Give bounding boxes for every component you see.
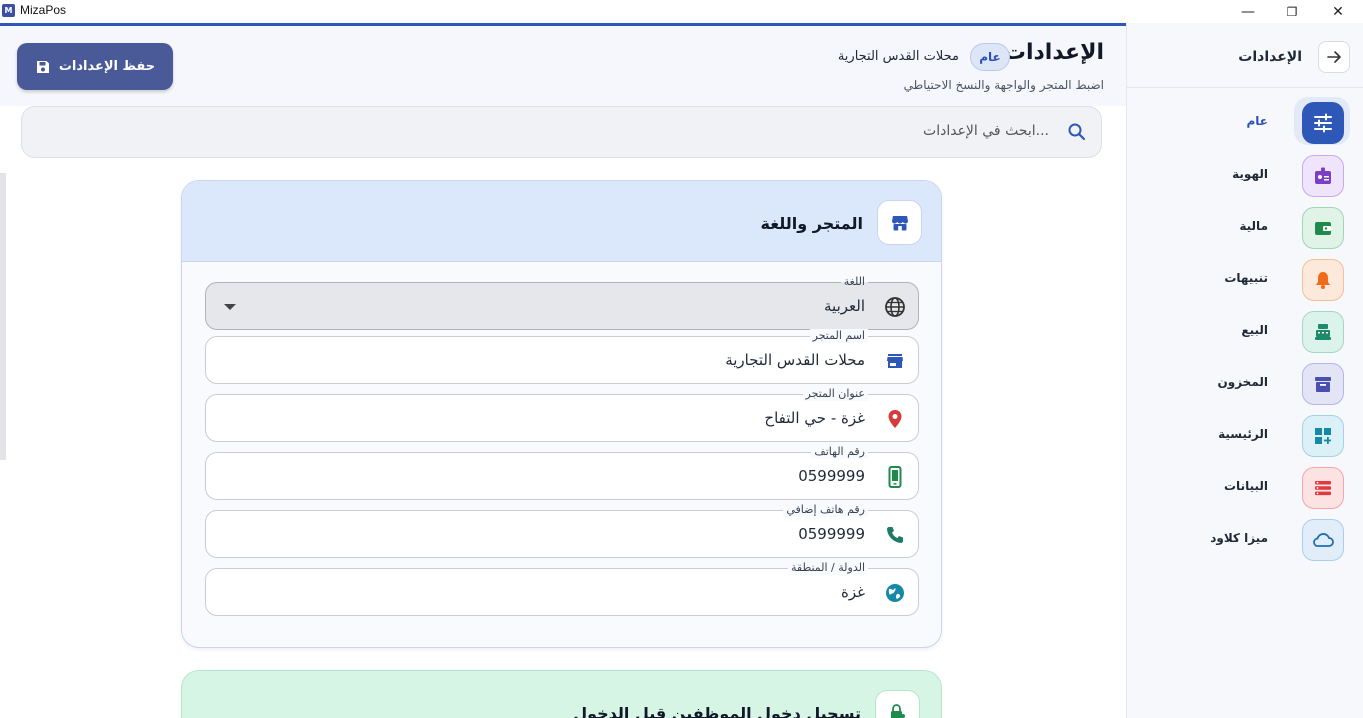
header-store-name: محلات القدس التجارية xyxy=(837,49,959,64)
sidebar-item-label: البيع xyxy=(1241,323,1268,337)
sidebar-item-general[interactable]: عام xyxy=(1127,97,1363,146)
archive-icon xyxy=(1302,363,1344,405)
country-region-field[interactable]: الدولة / المنطقة غزة xyxy=(205,561,919,616)
app-logo: M xyxy=(2,4,15,17)
phone-icon xyxy=(884,524,906,546)
storefront-icon xyxy=(877,200,922,245)
smartphone-icon xyxy=(884,466,906,488)
app-title: MizaPos xyxy=(20,3,67,17)
wallet-icon xyxy=(1302,207,1344,249)
phone-field[interactable]: رقم الهاتف 0599999 xyxy=(205,445,919,500)
language-select[interactable]: اللغة العربية xyxy=(205,275,919,330)
arrow-right-icon xyxy=(1327,51,1341,63)
field-value: 0599999 xyxy=(798,467,865,485)
sidebar-item-cloud[interactable]: ميزا كلاود xyxy=(1127,517,1363,563)
bell-icon xyxy=(1302,259,1344,301)
sidebar-item-label: المخزون xyxy=(1217,375,1268,389)
sidebar-item-sales[interactable]: البيع xyxy=(1127,309,1363,355)
field-value: غزة xyxy=(841,583,865,601)
card-header: المتجر واللغة xyxy=(182,181,941,262)
store-name-field[interactable]: اسم المتجر محلات القدس التجارية xyxy=(205,329,919,384)
close-window-button[interactable]: ✕ xyxy=(1315,0,1361,23)
card-title: تسجيل دخول الموظفين قبل الدخول xyxy=(573,704,861,718)
store-icon xyxy=(884,350,906,372)
save-settings-button[interactable]: حفظ الإعدادات xyxy=(17,43,173,90)
maximize-button[interactable]: ❐ xyxy=(1269,0,1315,23)
sidebar-item-inventory[interactable]: المخزون xyxy=(1127,361,1363,407)
save-button-label: حفظ الإعدادات xyxy=(58,59,156,74)
floppy-disk-icon xyxy=(36,60,49,73)
card-title: المتجر واللغة xyxy=(760,214,863,233)
cash-register-icon xyxy=(1302,311,1344,353)
page-title: الإعدادات xyxy=(1003,40,1104,65)
dashboard-icon xyxy=(1302,415,1344,457)
page-subtitle: اضبط المتجر والواجهة والنسخ الاحتياطي xyxy=(903,78,1104,92)
sidebar-item-label: تنبيهات xyxy=(1224,271,1268,285)
search-icon xyxy=(1068,123,1086,141)
sidebar-item-finance[interactable]: مالية xyxy=(1127,205,1363,251)
sidebar-item-label: الهوية xyxy=(1232,167,1268,181)
search-placeholder: ابحث في الإعدادات... xyxy=(923,123,1049,139)
field-value: محلات القدس التجارية xyxy=(725,351,865,369)
field-value: العربية xyxy=(824,297,865,315)
sidebar-item-label: مالية xyxy=(1239,219,1268,233)
list-icon xyxy=(1302,467,1344,509)
settings-search-input[interactable]: ابحث في الإعدادات... xyxy=(21,106,1102,158)
field-label: عنوان المتجر xyxy=(802,387,868,401)
staff-login-card: تسجيل دخول الموظفين قبل الدخول xyxy=(181,670,942,718)
back-button[interactable] xyxy=(1318,41,1350,73)
sidebar-item-label: البيانات xyxy=(1224,479,1268,493)
field-label: رقم الهاتف xyxy=(811,445,868,459)
store-address-field[interactable]: عنوان المتجر غزة - حي التفاح xyxy=(205,387,919,442)
cloud-icon xyxy=(1302,519,1344,561)
field-value: غزة - حي التفاح xyxy=(764,409,865,427)
id-badge-icon xyxy=(1302,155,1344,197)
sidebar-header: الإعدادات xyxy=(1127,23,1363,88)
sidebar-item-identity[interactable]: الهوية xyxy=(1127,153,1363,199)
sidebar-item-label: ميزا كلاود xyxy=(1210,531,1268,545)
minimize-button[interactable]: — xyxy=(1225,0,1271,23)
field-label: اللغة xyxy=(840,275,868,289)
scrollbar[interactable] xyxy=(0,173,6,460)
category-badge: عام xyxy=(970,43,1010,71)
globe-icon xyxy=(884,296,906,318)
store-language-card: المتجر واللغة اللغة العربية اسم المتجر م… xyxy=(181,180,942,648)
sidebar-item-data[interactable]: البيانات xyxy=(1127,465,1363,511)
field-value: 0599999 xyxy=(798,525,865,543)
sidebar-item-alerts[interactable]: تنبيهات xyxy=(1127,257,1363,303)
field-label: اسم المتجر xyxy=(809,329,868,343)
settings-sidebar: الإعدادات عام الهوية مالية تنبيهات البيع… xyxy=(1126,23,1363,718)
field-label: الدولة / المنطقة xyxy=(787,561,868,575)
chevron-down-icon xyxy=(224,304,236,310)
sidebar-item-label: عام xyxy=(1246,114,1269,128)
page-header: الإعدادات عام محلات القدس التجارية اضبط … xyxy=(0,26,1126,106)
earth-icon xyxy=(884,582,906,604)
title-bar: M MizaPos — ❐ ✕ xyxy=(0,0,1363,23)
lock-person-icon xyxy=(875,690,920,718)
extra-phone-field[interactable]: رقم هاتف إضافي 0599999 xyxy=(205,503,919,558)
sidebar-item-home[interactable]: الرئيسية xyxy=(1127,413,1363,459)
sidebar-title: الإعدادات xyxy=(1238,49,1302,65)
sliders-icon xyxy=(1302,102,1344,144)
field-label: رقم هاتف إضافي xyxy=(783,503,868,517)
location-pin-icon xyxy=(884,408,906,430)
sidebar-item-label: الرئيسية xyxy=(1218,427,1268,441)
